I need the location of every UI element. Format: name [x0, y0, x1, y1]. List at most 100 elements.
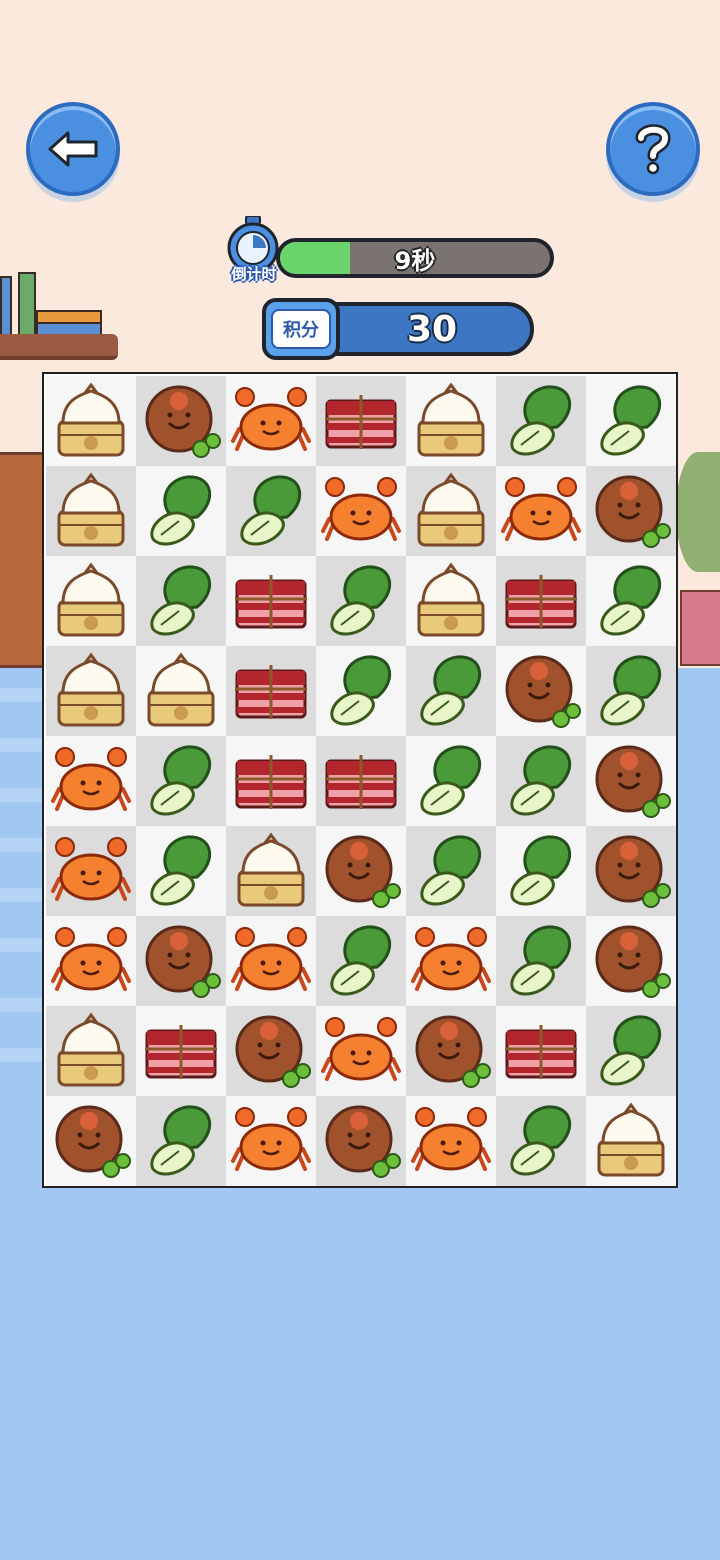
bok-choy-icon — [589, 379, 673, 463]
crab-icon — [409, 919, 493, 1003]
help-button[interactable] — [606, 102, 700, 196]
bun-icon — [589, 1099, 673, 1183]
game-board — [42, 372, 678, 1188]
bun-icon — [49, 469, 133, 553]
tile[interactable] — [226, 1096, 316, 1186]
tile[interactable] — [406, 646, 496, 736]
bok-choy-icon — [499, 829, 583, 913]
tile[interactable] — [316, 646, 406, 736]
bun-icon — [409, 469, 493, 553]
tile[interactable] — [496, 1006, 586, 1096]
tile[interactable] — [316, 466, 406, 556]
bok-choy-icon — [409, 649, 493, 733]
tile[interactable] — [136, 1006, 226, 1096]
bok-choy-icon — [589, 559, 673, 643]
tile[interactable] — [406, 376, 496, 466]
tile[interactable] — [406, 556, 496, 646]
tile[interactable] — [226, 376, 316, 466]
crab-icon — [229, 1099, 313, 1183]
bun-icon — [229, 829, 313, 913]
score-bar: 30 — [312, 302, 534, 356]
tile[interactable] — [406, 1006, 496, 1096]
tile[interactable] — [496, 736, 586, 826]
tile[interactable] — [226, 736, 316, 826]
tile[interactable] — [496, 556, 586, 646]
tile[interactable] — [586, 646, 676, 736]
tile[interactable] — [136, 916, 226, 1006]
shelf — [0, 334, 118, 360]
tile[interactable] — [136, 646, 226, 736]
tile[interactable] — [226, 1006, 316, 1096]
tile[interactable] — [406, 826, 496, 916]
tile[interactable] — [46, 556, 136, 646]
tile[interactable] — [406, 1096, 496, 1186]
tile[interactable] — [586, 376, 676, 466]
tile[interactable] — [586, 826, 676, 916]
tile[interactable] — [46, 376, 136, 466]
crab-icon — [409, 1099, 493, 1183]
tile[interactable] — [226, 916, 316, 1006]
tile[interactable] — [226, 556, 316, 646]
crab-icon — [49, 739, 133, 823]
tile[interactable] — [586, 916, 676, 1006]
crab-icon — [319, 1009, 403, 1093]
tile-grid — [46, 376, 676, 1186]
tile[interactable] — [316, 1006, 406, 1096]
back-arrow-icon — [48, 131, 98, 167]
meatball-icon — [589, 469, 673, 553]
tile[interactable] — [496, 466, 586, 556]
tile[interactable] — [46, 1006, 136, 1096]
tile[interactable] — [136, 376, 226, 466]
tile[interactable] — [46, 916, 136, 1006]
back-button[interactable] — [26, 102, 120, 196]
bok-choy-icon — [139, 1099, 223, 1183]
tile[interactable] — [316, 376, 406, 466]
tile[interactable] — [496, 376, 586, 466]
tile[interactable] — [136, 1096, 226, 1186]
tile[interactable] — [316, 556, 406, 646]
braised-pork-icon — [139, 1009, 223, 1093]
bok-choy-icon — [139, 829, 223, 913]
tile[interactable] — [226, 826, 316, 916]
tile[interactable] — [226, 466, 316, 556]
bun-icon — [409, 559, 493, 643]
tile[interactable] — [586, 556, 676, 646]
bok-choy-icon — [499, 1099, 583, 1183]
tile[interactable] — [316, 736, 406, 826]
tile[interactable] — [46, 466, 136, 556]
crab-icon — [229, 379, 313, 463]
bok-choy-icon — [409, 829, 493, 913]
tile[interactable] — [46, 826, 136, 916]
tile[interactable] — [136, 826, 226, 916]
tile[interactable] — [226, 646, 316, 736]
tile[interactable] — [586, 466, 676, 556]
tile[interactable] — [46, 646, 136, 736]
bok-choy-icon — [499, 379, 583, 463]
tile[interactable] — [406, 466, 496, 556]
bun-icon — [139, 649, 223, 733]
bok-choy-icon — [589, 1009, 673, 1093]
tile[interactable] — [316, 826, 406, 916]
tile[interactable] — [586, 736, 676, 826]
tile[interactable] — [586, 1096, 676, 1186]
tile[interactable] — [406, 916, 496, 1006]
bok-choy-icon — [499, 739, 583, 823]
crab-icon — [49, 829, 133, 913]
tile[interactable] — [136, 736, 226, 826]
tile[interactable] — [496, 1096, 586, 1186]
tile[interactable] — [46, 736, 136, 826]
braised-pork-icon — [229, 739, 313, 823]
tile[interactable] — [496, 826, 586, 916]
tile[interactable] — [136, 466, 226, 556]
tile[interactable] — [496, 646, 586, 736]
tile[interactable] — [316, 916, 406, 1006]
score-badge: 积分 — [262, 298, 340, 360]
tile[interactable] — [496, 916, 586, 1006]
tile[interactable] — [46, 1096, 136, 1186]
tile[interactable] — [406, 736, 496, 826]
tile[interactable] — [586, 1006, 676, 1096]
tile[interactable] — [316, 1096, 406, 1186]
book — [0, 276, 12, 336]
tile[interactable] — [136, 556, 226, 646]
timer-text: 9秒 — [394, 246, 436, 275]
